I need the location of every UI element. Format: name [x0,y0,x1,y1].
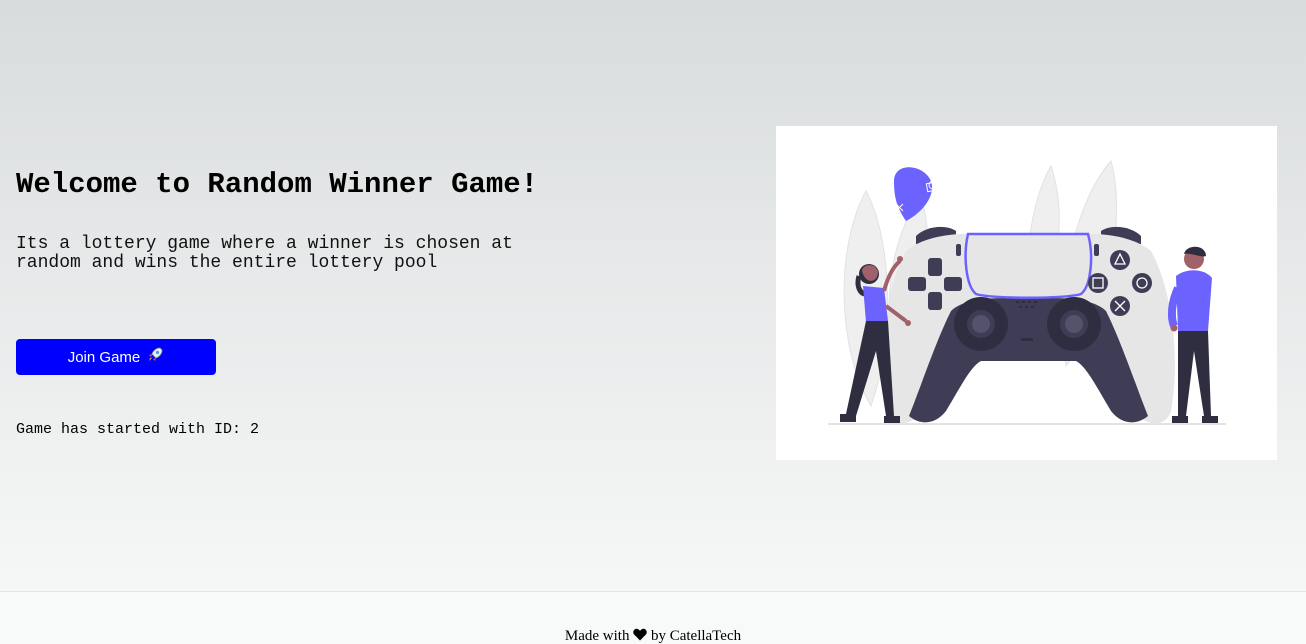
heart-icon [633,628,647,644]
main-section: Welcome to Random Winner Game! Its a lot… [0,0,1306,591]
game-status: Game has started with ID: 2 [16,421,260,438]
balloon-icon [894,167,938,221]
rocket-icon [146,346,164,368]
man-figure-icon [1167,246,1218,423]
join-game-button[interactable]: Join Game [16,339,216,375]
footer-prefix: Made with [564,628,630,644]
game-description: Its a lottery game where a winner is cho… [16,234,513,273]
footer-credit: Made with by CatellaTech [0,627,1306,644]
gamers-controller-illustration [776,126,1277,460]
page-title: Welcome to Random Winner Game! [16,168,539,201]
footer-suffix: by CatellaTech [650,628,742,644]
footer: Made with by CatellaTech [0,591,1306,644]
join-game-button-label: Join Game [67,348,141,366]
gamepad-icon [882,226,1175,424]
